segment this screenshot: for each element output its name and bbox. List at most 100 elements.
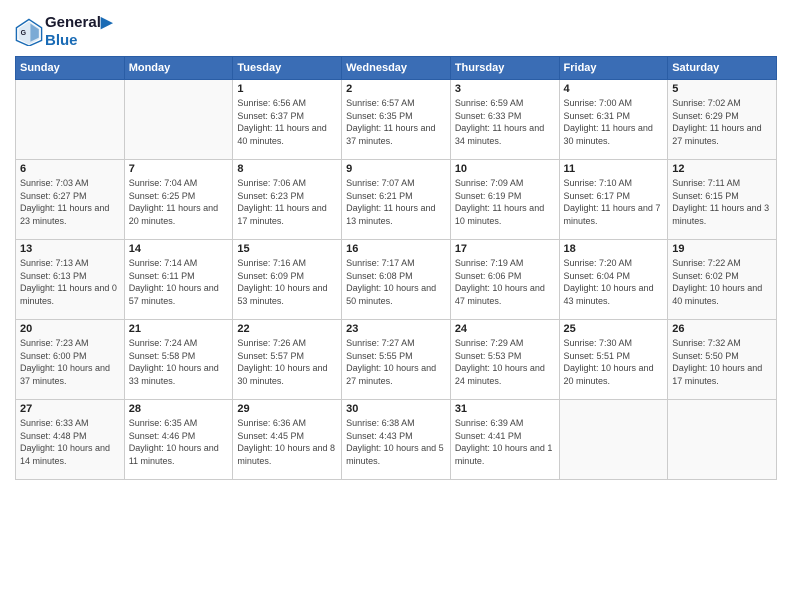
weekday-header: Saturday (668, 57, 777, 80)
calendar-day-cell: 6 Sunrise: 7:03 AM Sunset: 6:27 PM Daylig… (16, 160, 125, 240)
day-info: Sunrise: 6:39 AM Sunset: 4:41 PM Dayligh… (455, 417, 555, 467)
calendar-day-cell: 21Sunrise: 7:24 AM Sunset: 5:58 PM Dayli… (124, 320, 233, 400)
calendar-day-cell: 2Sunrise: 6:57 AM Sunset: 6:35 PM Daylig… (342, 80, 451, 160)
weekday-header: Thursday (450, 57, 559, 80)
day-info: Sunrise: 7:03 AM Sunset: 6:27 PM Dayligh… (20, 177, 120, 227)
day-number: 29 (237, 403, 337, 415)
calendar-day-cell: 10Sunrise: 7:09 AM Sunset: 6:19 PM Dayli… (450, 160, 559, 240)
day-info: Sunrise: 7:32 AM Sunset: 5:50 PM Dayligh… (672, 337, 772, 387)
weekday-header: Monday (124, 57, 233, 80)
day-info: Sunrise: 7:27 AM Sunset: 5:55 PM Dayligh… (346, 337, 446, 387)
svg-text:G: G (21, 30, 27, 37)
day-number: 30 (346, 403, 446, 415)
day-info: Sunrise: 6:57 AM Sunset: 6:35 PM Dayligh… (346, 97, 446, 147)
day-number: 12 (672, 163, 772, 175)
day-info: Sunrise: 7:26 AM Sunset: 5:57 PM Dayligh… (237, 337, 337, 387)
day-info: Sunrise: 7:24 AM Sunset: 5:58 PM Dayligh… (129, 337, 229, 387)
day-info: Sunrise: 7:02 AM Sunset: 6:29 PM Dayligh… (672, 97, 772, 147)
day-number: 13 (20, 243, 120, 255)
calendar-day-cell (668, 400, 777, 480)
day-info: Sunrise: 7:09 AM Sunset: 6:19 PM Dayligh… (455, 177, 555, 227)
calendar-day-cell: 25Sunrise: 7:30 AM Sunset: 5:51 PM Dayli… (559, 320, 668, 400)
day-info: Sunrise: 7:07 AM Sunset: 6:21 PM Dayligh… (346, 177, 446, 227)
day-info: Sunrise: 7:00 AM Sunset: 6:31 PM Dayligh… (564, 97, 664, 147)
day-info: Sunrise: 7:11 AM Sunset: 6:15 PM Dayligh… (672, 177, 772, 227)
day-info: Sunrise: 6:59 AM Sunset: 6:33 PM Dayligh… (455, 97, 555, 147)
calendar-day-cell: 22 Sunrise: 7:26 AM Sunset: 5:57 PM Dayli… (233, 320, 342, 400)
day-info: Sunrise: 7:23 AM Sunset: 6:00 PM Dayligh… (20, 337, 120, 387)
calendar-day-cell: 23 Sunrise: 7:27 AM Sunset: 5:55 PM Dayli… (342, 320, 451, 400)
day-number: 3 (455, 83, 555, 95)
day-number: 25 (564, 323, 664, 335)
calendar-day-cell: 13 Sunrise: 7:13 AM Sunset: 6:13 PM Dayli… (16, 240, 125, 320)
calendar-day-cell (124, 80, 233, 160)
day-info: Sunrise: 7:17 AM Sunset: 6:08 PM Dayligh… (346, 257, 446, 307)
calendar-day-cell: 14 Sunrise: 7:14 AM Sunset: 6:11 PM Dayli… (124, 240, 233, 320)
logo: G General▶ Blue (15, 14, 112, 50)
weekday-header: Sunday (16, 57, 125, 80)
day-info: Sunrise: 6:56 AM Sunset: 6:37 PM Dayligh… (237, 97, 337, 147)
day-number: 18 (564, 243, 664, 255)
calendar-day-cell: 20 Sunrise: 7:23 AM Sunset: 6:00 PM Dayli… (16, 320, 125, 400)
day-number: 14 (129, 243, 229, 255)
page-container: G General▶ Blue SundayMondayTuesdayWedne… (0, 0, 792, 485)
day-info: Sunrise: 7:04 AM Sunset: 6:25 PM Dayligh… (129, 177, 229, 227)
calendar-day-cell: 27 Sunrise: 6:33 AM Sunset: 4:48 PM Dayli… (16, 400, 125, 480)
calendar-table: SundayMondayTuesdayWednesdayThursdayFrid… (15, 56, 777, 480)
weekday-header: Tuesday (233, 57, 342, 80)
day-number: 1 (237, 83, 337, 95)
calendar-day-cell (16, 80, 125, 160)
calendar-day-cell: 31Sunrise: 6:39 AM Sunset: 4:41 PM Dayli… (450, 400, 559, 480)
day-info: Sunrise: 7:14 AM Sunset: 6:11 PM Dayligh… (129, 257, 229, 307)
calendar-week-row: 27 Sunrise: 6:33 AM Sunset: 4:48 PM Dayli… (16, 400, 777, 480)
calendar-day-cell: 1 Sunrise: 6:56 AM Sunset: 6:37 PM Daylig… (233, 80, 342, 160)
day-number: 27 (20, 403, 120, 415)
weekday-header: Friday (559, 57, 668, 80)
day-number: 23 (346, 323, 446, 335)
day-number: 22 (237, 323, 337, 335)
day-info: Sunrise: 7:13 AM Sunset: 6:13 PM Dayligh… (20, 257, 120, 307)
day-number: 20 (20, 323, 120, 335)
calendar-week-row: 20 Sunrise: 7:23 AM Sunset: 6:00 PM Dayli… (16, 320, 777, 400)
day-info: Sunrise: 7:29 AM Sunset: 5:53 PM Dayligh… (455, 337, 555, 387)
day-number: 11 (564, 163, 664, 175)
day-number: 5 (672, 83, 772, 95)
calendar-day-cell (559, 400, 668, 480)
calendar-day-cell: 19Sunrise: 7:22 AM Sunset: 6:02 PM Dayli… (668, 240, 777, 320)
calendar-week-row: 13 Sunrise: 7:13 AM Sunset: 6:13 PM Dayli… (16, 240, 777, 320)
page-header: G General▶ Blue (15, 10, 777, 50)
day-number: 7 (129, 163, 229, 175)
day-info: Sunrise: 7:20 AM Sunset: 6:04 PM Dayligh… (564, 257, 664, 307)
calendar-day-cell: 28Sunrise: 6:35 AM Sunset: 4:46 PM Dayli… (124, 400, 233, 480)
day-number: 17 (455, 243, 555, 255)
day-number: 9 (346, 163, 446, 175)
day-info: Sunrise: 6:33 AM Sunset: 4:48 PM Dayligh… (20, 417, 120, 467)
day-number: 6 (20, 163, 120, 175)
calendar-day-cell: 3 Sunrise: 6:59 AM Sunset: 6:33 PM Daylig… (450, 80, 559, 160)
day-info: Sunrise: 7:16 AM Sunset: 6:09 PM Dayligh… (237, 257, 337, 307)
calendar-week-row: 1 Sunrise: 6:56 AM Sunset: 6:37 PM Daylig… (16, 80, 777, 160)
day-info: Sunrise: 7:06 AM Sunset: 6:23 PM Dayligh… (237, 177, 337, 227)
day-number: 16 (346, 243, 446, 255)
calendar-day-cell: 4 Sunrise: 7:00 AM Sunset: 6:31 PM Daylig… (559, 80, 668, 160)
calendar-day-cell: 8Sunrise: 7:06 AM Sunset: 6:23 PM Daylig… (233, 160, 342, 240)
calendar-day-cell: 17 Sunrise: 7:19 AM Sunset: 6:06 PM Dayli… (450, 240, 559, 320)
calendar-week-row: 6 Sunrise: 7:03 AM Sunset: 6:27 PM Daylig… (16, 160, 777, 240)
calendar-day-cell: 29 Sunrise: 6:36 AM Sunset: 4:45 PM Dayli… (233, 400, 342, 480)
day-number: 15 (237, 243, 337, 255)
day-info: Sunrise: 6:36 AM Sunset: 4:45 PM Dayligh… (237, 417, 337, 467)
calendar-day-cell: 30Sunrise: 6:38 AM Sunset: 4:43 PM Dayli… (342, 400, 451, 480)
day-info: Sunrise: 7:10 AM Sunset: 6:17 PM Dayligh… (564, 177, 664, 227)
day-info: Sunrise: 7:19 AM Sunset: 6:06 PM Dayligh… (455, 257, 555, 307)
calendar-day-cell: 5 Sunrise: 7:02 AM Sunset: 6:29 PM Daylig… (668, 80, 777, 160)
calendar-day-cell: 11 Sunrise: 7:10 AM Sunset: 6:17 PM Dayli… (559, 160, 668, 240)
calendar-day-cell: 7 Sunrise: 7:04 AM Sunset: 6:25 PM Daylig… (124, 160, 233, 240)
weekday-header: Wednesday (342, 57, 451, 80)
day-number: 26 (672, 323, 772, 335)
calendar-day-cell: 18 Sunrise: 7:20 AM Sunset: 6:04 PM Dayli… (559, 240, 668, 320)
day-number: 4 (564, 83, 664, 95)
day-info: Sunrise: 6:35 AM Sunset: 4:46 PM Dayligh… (129, 417, 229, 467)
calendar-day-cell: 9 Sunrise: 7:07 AM Sunset: 6:21 PM Daylig… (342, 160, 451, 240)
calendar-day-cell: 16 Sunrise: 7:17 AM Sunset: 6:08 PM Dayli… (342, 240, 451, 320)
calendar-header-row: SundayMondayTuesdayWednesdayThursdayFrid… (16, 57, 777, 80)
